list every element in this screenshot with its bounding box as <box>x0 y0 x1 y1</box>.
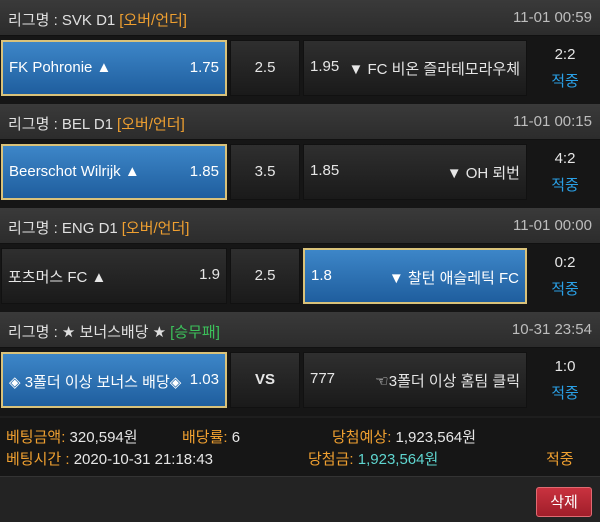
odds-rate: 배당률: 6 <box>182 429 241 446</box>
home-team: Beerschot Wilrijk ▲ <box>9 163 140 180</box>
league-name: 리그명 : BEL D1 [오버/언더] <box>8 116 185 133</box>
away-odds: 1.8 <box>311 267 332 284</box>
away-pick[interactable]: 1.85 ▼ OH 뢰번 <box>303 144 527 200</box>
home-pick[interactable]: 포츠머스 FC ▲ 1.9 <box>1 248 227 304</box>
league-header: 리그명 : ★ 보너스배당 ★ [승무패] 10-31 23:54 <box>0 312 600 348</box>
status-badge: 적중 <box>551 385 579 402</box>
home-odds: 1.03 <box>189 371 219 388</box>
home-pick[interactable]: ◈ 3폴더 이상 보너스 배당◈ 1.03 <box>1 352 227 408</box>
score: 2:2 <box>554 46 576 63</box>
handicap-line: 2.5 <box>230 40 300 96</box>
score: 4:2 <box>554 150 576 167</box>
league-name: 리그명 : ENG D1 [오버/언더] <box>8 220 190 237</box>
league-name: 리그명 : ★ 보너스배당 ★ [승무패] <box>8 324 220 341</box>
vs-label: VS <box>230 352 300 408</box>
result-status: 적중 <box>546 451 574 468</box>
score: 1:0 <box>554 358 576 375</box>
away-odds: 1.95 <box>310 58 340 75</box>
bet-summary: 베팅금액: 320,594원 배당률: 6 당첨예상: 1,923,564원 베… <box>0 418 600 476</box>
result: 2:2 적중 <box>530 40 600 96</box>
result: 0:2 적중 <box>530 248 600 304</box>
away-odds: 1.85 <box>310 162 340 179</box>
win-amount: 당첨금: 1,923,564원 <box>308 451 439 468</box>
away-odds: 777 <box>310 370 336 387</box>
bet-type: [오버/언더] <box>121 220 190 237</box>
match-time: 11-01 00:00 <box>513 217 592 234</box>
bet-type: [오버/언더] <box>119 12 187 29</box>
home-odds: 1.75 <box>189 59 219 76</box>
result: 1:0 적중 <box>530 352 600 408</box>
away-pick[interactable]: 777 ☜3폴더 이상 홈팀 클릭 <box>303 352 527 408</box>
league-name: 리그명 : SVK D1 [오버/언더] <box>8 12 187 29</box>
away-team: ☜3폴더 이상 홈팀 클릭 <box>375 373 520 390</box>
home-team: ◈ 3폴더 이상 보너스 배당◈ <box>9 374 182 391</box>
home-pick[interactable]: FK Pohronie ▲ 1.75 <box>1 40 227 96</box>
match-row: ◈ 3폴더 이상 보너스 배당◈ 1.03 VS 777 ☜3폴더 이상 홈팀 … <box>0 348 600 416</box>
match-row: 포츠머스 FC ▲ 1.9 2.5 1.8 ▼ 찰턴 애슬레틱 FC 0:2 적… <box>0 244 600 312</box>
home-team: 포츠머스 FC ▲ <box>8 269 107 286</box>
action-bar: 삭제 <box>0 476 600 522</box>
bet-type: [승무패] <box>170 324 220 341</box>
delete-button[interactable]: 삭제 <box>536 487 592 517</box>
home-odds: 1.9 <box>199 266 220 283</box>
match-time: 11-01 00:59 <box>513 9 592 26</box>
match-time: 10-31 23:54 <box>511 321 592 338</box>
status-badge: 적중 <box>551 177 579 194</box>
away-team: ▼ OH 뢰번 <box>446 165 520 182</box>
status-badge: 적중 <box>551 73 579 90</box>
home-odds: 1.85 <box>189 163 219 180</box>
match-row: FK Pohronie ▲ 1.75 2.5 1.95 ▼ FC 비온 즐라테모… <box>0 36 600 104</box>
match-row: Beerschot Wilrijk ▲ 1.85 3.5 1.85 ▼ OH 뢰… <box>0 140 600 208</box>
away-team: ▼ FC 비온 즐라테모라우체 <box>348 61 520 78</box>
away-pick[interactable]: 1.95 ▼ FC 비온 즐라테모라우체 <box>303 40 527 96</box>
home-team: FK Pohronie ▲ <box>9 59 112 76</box>
match-time: 11-01 00:15 <box>513 113 592 130</box>
league-header: 리그명 : SVK D1 [오버/언더] 11-01 00:59 <box>0 0 600 36</box>
result: 4:2 적중 <box>530 144 600 200</box>
handicap-line: 3.5 <box>230 144 300 200</box>
league-header: 리그명 : BEL D1 [오버/언더] 11-01 00:15 <box>0 104 600 140</box>
bet-time: 베팅시간 : 2020-10-31 21:18:43 <box>6 451 214 468</box>
home-pick[interactable]: Beerschot Wilrijk ▲ 1.85 <box>1 144 227 200</box>
away-team: ▼ 찰턴 애슬레틱 FC <box>388 270 519 287</box>
handicap-line: 2.5 <box>230 248 300 304</box>
score: 0:2 <box>554 254 576 271</box>
bet-amount: 베팅금액: 320,594원 <box>6 429 138 446</box>
expected-win: 당첨예상: 1,923,564원 <box>332 429 477 446</box>
status-badge: 적중 <box>551 281 579 298</box>
league-header: 리그명 : ENG D1 [오버/언더] 11-01 00:00 <box>0 208 600 244</box>
away-pick[interactable]: 1.8 ▼ 찰턴 애슬레틱 FC <box>303 248 527 304</box>
bet-type: [오버/언더] <box>117 116 185 133</box>
